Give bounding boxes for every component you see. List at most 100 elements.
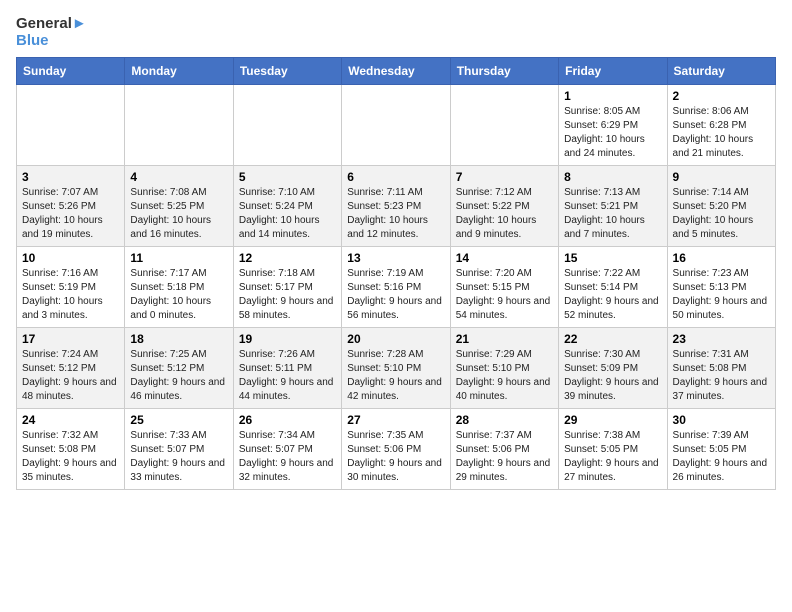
day-number: 15 xyxy=(564,251,661,265)
day-cell: 21 Sunrise: 7:29 AM Sunset: 5:10 PM Dayli… xyxy=(450,328,558,409)
day-number: 9 xyxy=(673,170,770,184)
col-header-saturday: Saturday xyxy=(667,58,775,85)
day-cell: 22 Sunrise: 7:30 AM Sunset: 5:09 PM Dayli… xyxy=(559,328,667,409)
day-info: Sunrise: 7:28 AM Sunset: 5:10 PM Dayligh… xyxy=(347,348,444,404)
day-cell: 8 Sunrise: 7:13 AM Sunset: 5:21 PM Daylig… xyxy=(559,166,667,247)
day-cell: 26 Sunrise: 7:34 AM Sunset: 5:07 PM Dayli… xyxy=(233,409,341,490)
day-info: Sunrise: 7:32 AM Sunset: 5:08 PM Dayligh… xyxy=(22,429,119,485)
day-number: 29 xyxy=(564,413,661,427)
day-info: Sunrise: 8:05 AM Sunset: 6:29 PM Dayligh… xyxy=(564,105,661,161)
day-info: Sunrise: 7:10 AM Sunset: 5:24 PM Dayligh… xyxy=(239,186,336,242)
day-number: 12 xyxy=(239,251,336,265)
day-cell: 7 Sunrise: 7:12 AM Sunset: 5:22 PM Daylig… xyxy=(450,166,558,247)
day-number: 13 xyxy=(347,251,444,265)
day-info: Sunrise: 7:37 AM Sunset: 5:06 PM Dayligh… xyxy=(456,429,553,485)
day-info: Sunrise: 7:38 AM Sunset: 5:05 PM Dayligh… xyxy=(564,429,661,485)
col-header-sunday: Sunday xyxy=(17,58,125,85)
day-cell: 25 Sunrise: 7:33 AM Sunset: 5:07 PM Dayli… xyxy=(125,409,233,490)
day-info: Sunrise: 7:31 AM Sunset: 5:08 PM Dayligh… xyxy=(673,348,770,404)
day-info: Sunrise: 7:13 AM Sunset: 5:21 PM Dayligh… xyxy=(564,186,661,242)
day-cell: 3 Sunrise: 7:07 AM Sunset: 5:26 PM Daylig… xyxy=(17,166,125,247)
col-header-tuesday: Tuesday xyxy=(233,58,341,85)
day-info: Sunrise: 7:12 AM Sunset: 5:22 PM Dayligh… xyxy=(456,186,553,242)
day-info: Sunrise: 7:23 AM Sunset: 5:13 PM Dayligh… xyxy=(673,267,770,323)
day-cell: 29 Sunrise: 7:38 AM Sunset: 5:05 PM Dayli… xyxy=(559,409,667,490)
day-cell: 11 Sunrise: 7:17 AM Sunset: 5:18 PM Dayli… xyxy=(125,247,233,328)
day-info: Sunrise: 7:25 AM Sunset: 5:12 PM Dayligh… xyxy=(130,348,227,404)
day-cell: 2 Sunrise: 8:06 AM Sunset: 6:28 PM Daylig… xyxy=(667,85,775,166)
header: General► Blue xyxy=(16,16,776,49)
header-row: SundayMondayTuesdayWednesdayThursdayFrid… xyxy=(17,58,776,85)
day-info: Sunrise: 7:22 AM Sunset: 5:14 PM Dayligh… xyxy=(564,267,661,323)
day-number: 10 xyxy=(22,251,119,265)
day-cell: 28 Sunrise: 7:37 AM Sunset: 5:06 PM Dayli… xyxy=(450,409,558,490)
week-row-1: 1 Sunrise: 8:05 AM Sunset: 6:29 PM Daylig… xyxy=(17,85,776,166)
day-number: 8 xyxy=(564,170,661,184)
day-number: 1 xyxy=(564,89,661,103)
day-info: Sunrise: 7:18 AM Sunset: 5:17 PM Dayligh… xyxy=(239,267,336,323)
day-info: Sunrise: 7:30 AM Sunset: 5:09 PM Dayligh… xyxy=(564,348,661,404)
day-number: 25 xyxy=(130,413,227,427)
day-cell: 30Sunrise: 7:39 AM Sunset: 5:05 PM Dayli… xyxy=(667,409,775,490)
day-number: 24 xyxy=(22,413,119,427)
day-number: 11 xyxy=(130,251,227,265)
day-cell xyxy=(125,85,233,166)
day-info: Sunrise: 7:29 AM Sunset: 5:10 PM Dayligh… xyxy=(456,348,553,404)
day-cell xyxy=(342,85,450,166)
day-info: Sunrise: 7:07 AM Sunset: 5:26 PM Dayligh… xyxy=(22,186,119,242)
day-info: Sunrise: 7:11 AM Sunset: 5:23 PM Dayligh… xyxy=(347,186,444,242)
day-cell: 1 Sunrise: 8:05 AM Sunset: 6:29 PM Daylig… xyxy=(559,85,667,166)
day-info: Sunrise: 7:34 AM Sunset: 5:07 PM Dayligh… xyxy=(239,429,336,485)
day-cell: 6Sunrise: 7:11 AM Sunset: 5:23 PM Daylig… xyxy=(342,166,450,247)
day-cell: 19 Sunrise: 7:26 AM Sunset: 5:11 PM Dayli… xyxy=(233,328,341,409)
logo: General► Blue xyxy=(16,16,87,49)
day-cell xyxy=(17,85,125,166)
day-number: 22 xyxy=(564,332,661,346)
day-number: 26 xyxy=(239,413,336,427)
col-header-wednesday: Wednesday xyxy=(342,58,450,85)
day-number: 18 xyxy=(130,332,227,346)
week-row-5: 24 Sunrise: 7:32 AM Sunset: 5:08 PM Dayli… xyxy=(17,409,776,490)
day-number: 19 xyxy=(239,332,336,346)
day-cell xyxy=(450,85,558,166)
week-row-2: 3 Sunrise: 7:07 AM Sunset: 5:26 PM Daylig… xyxy=(17,166,776,247)
day-cell: 14 Sunrise: 7:20 AM Sunset: 5:15 PM Dayli… xyxy=(450,247,558,328)
day-info: Sunrise: 7:17 AM Sunset: 5:18 PM Dayligh… xyxy=(130,267,227,323)
day-cell: 4 Sunrise: 7:08 AM Sunset: 5:25 PM Daylig… xyxy=(125,166,233,247)
day-number: 17 xyxy=(22,332,119,346)
day-cell: 12 Sunrise: 7:18 AM Sunset: 5:17 PM Dayli… xyxy=(233,247,341,328)
day-info: Sunrise: 7:26 AM Sunset: 5:11 PM Dayligh… xyxy=(239,348,336,404)
day-info: Sunrise: 7:16 AM Sunset: 5:19 PM Dayligh… xyxy=(22,267,119,323)
day-cell: 16 Sunrise: 7:23 AM Sunset: 5:13 PM Dayli… xyxy=(667,247,775,328)
day-cell: 13 Sunrise: 7:19 AM Sunset: 5:16 PM Dayli… xyxy=(342,247,450,328)
day-info: Sunrise: 7:39 AM Sunset: 5:05 PM Dayligh… xyxy=(673,429,770,485)
day-number: 16 xyxy=(673,251,770,265)
day-info: Sunrise: 7:20 AM Sunset: 5:15 PM Dayligh… xyxy=(456,267,553,323)
day-info: Sunrise: 7:14 AM Sunset: 5:20 PM Dayligh… xyxy=(673,186,770,242)
col-header-friday: Friday xyxy=(559,58,667,85)
day-info: Sunrise: 8:06 AM Sunset: 6:28 PM Dayligh… xyxy=(673,105,770,161)
day-number: 28 xyxy=(456,413,553,427)
day-cell: 24 Sunrise: 7:32 AM Sunset: 5:08 PM Dayli… xyxy=(17,409,125,490)
day-number: 3 xyxy=(22,170,119,184)
day-cell: 18 Sunrise: 7:25 AM Sunset: 5:12 PM Dayli… xyxy=(125,328,233,409)
day-cell: 5 Sunrise: 7:10 AM Sunset: 5:24 PM Daylig… xyxy=(233,166,341,247)
day-cell: 23Sunrise: 7:31 AM Sunset: 5:08 PM Dayli… xyxy=(667,328,775,409)
day-number: 27 xyxy=(347,413,444,427)
day-number: 7 xyxy=(456,170,553,184)
day-cell: 10 Sunrise: 7:16 AM Sunset: 5:19 PM Dayli… xyxy=(17,247,125,328)
day-info: Sunrise: 7:33 AM Sunset: 5:07 PM Dayligh… xyxy=(130,429,227,485)
day-info: Sunrise: 7:08 AM Sunset: 5:25 PM Dayligh… xyxy=(130,186,227,242)
day-number: 21 xyxy=(456,332,553,346)
day-cell xyxy=(233,85,341,166)
day-number: 5 xyxy=(239,170,336,184)
day-info: Sunrise: 7:19 AM Sunset: 5:16 PM Dayligh… xyxy=(347,267,444,323)
day-number: 14 xyxy=(456,251,553,265)
day-cell: 20Sunrise: 7:28 AM Sunset: 5:10 PM Dayli… xyxy=(342,328,450,409)
logo-text-blue: Blue xyxy=(16,33,49,50)
day-cell: 15 Sunrise: 7:22 AM Sunset: 5:14 PM Dayli… xyxy=(559,247,667,328)
day-cell: 9 Sunrise: 7:14 AM Sunset: 5:20 PM Daylig… xyxy=(667,166,775,247)
day-number: 4 xyxy=(130,170,227,184)
day-cell: 17Sunrise: 7:24 AM Sunset: 5:12 PM Dayli… xyxy=(17,328,125,409)
day-number: 2 xyxy=(673,89,770,103)
